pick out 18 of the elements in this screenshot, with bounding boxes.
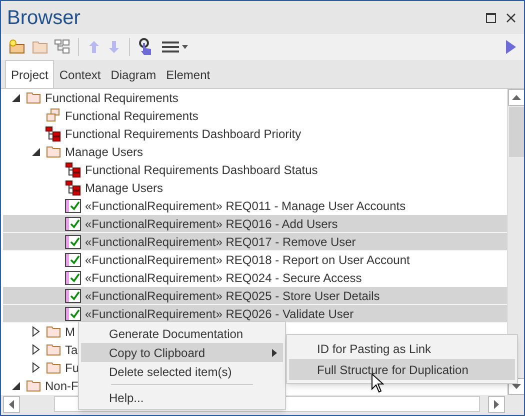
tree-item-label: «FunctionalRequirement» REQ025 - Store User Details xyxy=(84,288,381,304)
tree-item-label: Non-F xyxy=(44,378,80,394)
tree-item-label: «FunctionalRequirement» REQ016 - Add Users xyxy=(84,216,339,232)
tree-item-label: «FunctionalRequirement» REQ018 - Report on User Account xyxy=(84,252,411,268)
tree-item-label: «FunctionalRequirement» REQ011 - Manage User Accounts xyxy=(84,198,407,214)
tree-item-label: «FunctionalRequirement» REQ026 - Validate User xyxy=(84,306,355,322)
tree-item-label: Functional Requirements xyxy=(44,90,180,106)
tree-item-label: M xyxy=(64,324,76,340)
tree-item-label: Manage Users xyxy=(84,180,164,196)
tree-item-label: Fu xyxy=(64,360,80,376)
tree-item-label: «FunctionalRequirement» REQ017 - Remove User xyxy=(84,234,357,250)
tree-item-label: Manage Users xyxy=(64,144,144,160)
tree-item-label: Functional Requirements Dashboard Priority xyxy=(64,126,302,142)
tree-item-label: Ta xyxy=(64,342,79,358)
window-title: Browser xyxy=(7,6,80,30)
tree-item-label: «FunctionalRequirement» REQ024 - Secure Access xyxy=(84,270,363,286)
tree-item-label: Functional Requirements Dashboard Status xyxy=(84,162,319,178)
tree-item-label: Functional Requirements xyxy=(64,108,200,124)
